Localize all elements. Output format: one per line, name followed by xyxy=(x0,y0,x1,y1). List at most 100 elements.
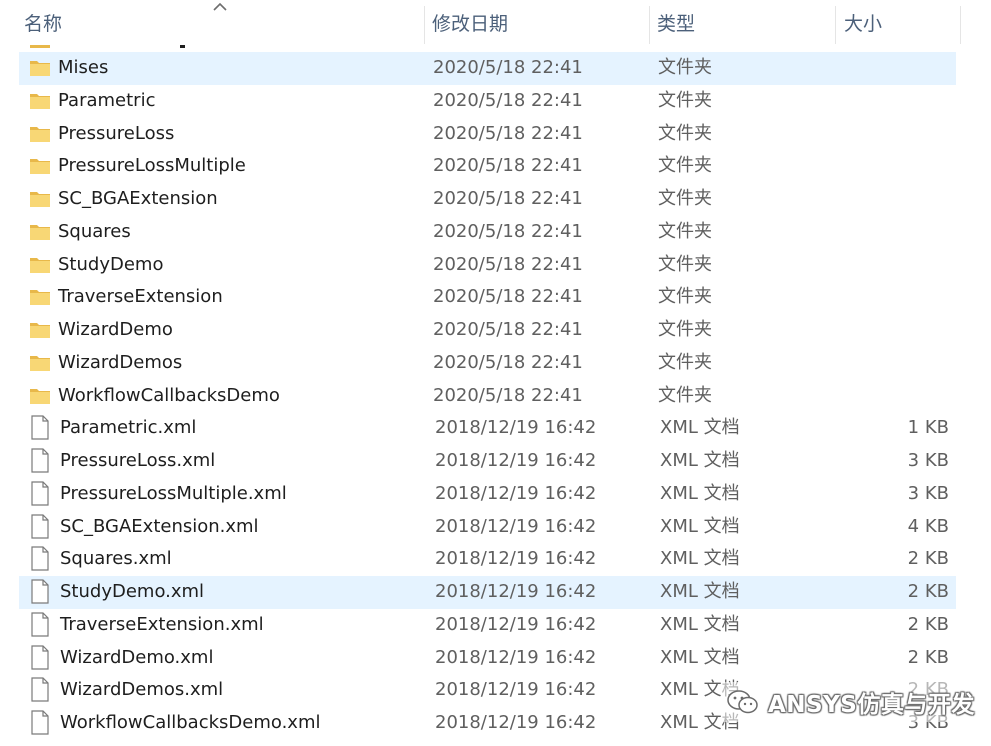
folder-icon xyxy=(29,90,51,112)
folder-icon xyxy=(29,319,51,341)
item-date-modified: 2018/12/19 16:42 xyxy=(435,712,597,733)
item-date-modified: 2020/5/18 22:41 xyxy=(433,319,583,340)
item-size: 3 KB xyxy=(907,482,949,504)
item-date-modified: 2020/5/18 22:41 xyxy=(433,351,583,373)
item-name: TraverseExtension xyxy=(58,286,223,308)
item-type: 文件夹 xyxy=(658,57,712,78)
column-divider[interactable] xyxy=(649,6,650,44)
column-divider[interactable] xyxy=(835,6,836,44)
item-name: Mises xyxy=(58,57,109,78)
folder-row[interactable]: Mises 2020/5/18 22:41 文件夹 xyxy=(0,52,991,85)
folder-row[interactable]: Parametric 2020/5/18 22:41 文件夹 xyxy=(0,85,991,118)
item-date-modified: 2018/12/19 16:42 xyxy=(435,613,597,635)
watermark-text: ANSYS仿真与开发 xyxy=(768,692,975,718)
xml-file-icon xyxy=(31,644,49,670)
item-name: PressureLossMultiple xyxy=(58,155,246,177)
item-name: Squares xyxy=(58,220,131,242)
item-date-modified: 2018/12/19 16:42 xyxy=(435,417,597,439)
item-name: Parametric.xml xyxy=(60,417,197,439)
column-divider[interactable] xyxy=(424,6,425,44)
item-date-modified: 2018/12/19 16:42 xyxy=(435,679,597,701)
file-row[interactable]: StudyDemo.xml 2018/12/19 16:42 XML 文档 2 KB xyxy=(0,576,991,609)
item-size: 2 KB xyxy=(907,646,949,668)
file-row[interactable]: PressureLossMultiple.xml 2018/12/19 16:42… xyxy=(0,478,991,511)
column-header-name[interactable]: 名称 xyxy=(18,8,424,40)
item-size: 1 KB xyxy=(907,417,949,439)
column-header-date-modified[interactable]: 修改日期 xyxy=(426,8,648,40)
folder-row[interactable]: StudyDemo 2020/5/18 22:41 文件夹 xyxy=(0,249,991,282)
folder-icon xyxy=(29,286,51,308)
xml-file-icon xyxy=(31,612,49,637)
xml-file-icon xyxy=(31,448,49,473)
folder-row[interactable]: WorkflowCallbacksDemo 2020/5/18 22:41 文件夹 xyxy=(0,380,991,413)
item-date-modified: 2020/5/18 22:41 xyxy=(433,122,583,144)
item-type: XML 文档 xyxy=(660,613,740,635)
file-row[interactable]: PressureLoss.xml 2018/12/19 16:42 XML 文档 3 … xyxy=(0,445,991,478)
file-row[interactable]: TraverseExtension.xml 2018/12/19 16:42 XML… xyxy=(0,609,991,642)
item-date-modified: 2018/12/19 16:42 xyxy=(435,581,597,602)
column-header-bar: 名称 修改日期 类型 大小 xyxy=(0,0,991,46)
item-type: 文件夹 xyxy=(658,286,712,308)
item-name: TraverseExtension.xml xyxy=(60,613,264,635)
item-type: 文件夹 xyxy=(658,220,712,242)
xml-file-icon xyxy=(31,415,49,440)
folder-icon xyxy=(29,221,51,243)
item-name: PressureLossMultiple.xml xyxy=(60,482,287,504)
folder-icon xyxy=(29,155,51,177)
item-date-modified: 2018/12/19 16:42 xyxy=(435,482,597,504)
file-row[interactable]: WizardDemo.xml 2018/12/19 16:42 XML 文档 2 KB xyxy=(0,642,991,675)
item-type: XML 文档 xyxy=(660,482,740,504)
item-name: Parametric xyxy=(58,89,156,111)
item-size: 3 KB xyxy=(907,450,949,471)
folder-icon xyxy=(29,254,51,276)
item-type: 文件夹 xyxy=(658,319,712,340)
xml-file-icon xyxy=(31,513,49,539)
item-name: StudyDemo.xml xyxy=(60,581,205,602)
column-header-size[interactable]: 大小 xyxy=(838,8,960,40)
file-row[interactable]: Squares.xml 2018/12/19 16:42 XML 文档 2 KB xyxy=(0,543,991,576)
item-type: 文件夹 xyxy=(658,122,712,144)
item-name: SC_BGAExtension.xml xyxy=(60,515,259,537)
item-date-modified: 2020/5/18 22:41 xyxy=(433,89,583,111)
item-date-modified: 2018/12/19 16:42 xyxy=(435,450,597,471)
folder-row[interactable]: WizardDemo 2020/5/18 22:41 文件夹 xyxy=(0,314,991,347)
item-type: 文件夹 xyxy=(658,155,712,177)
item-name: WizardDemo xyxy=(58,319,173,340)
item-type: 文件夹 xyxy=(658,351,712,373)
item-name: StudyDemo xyxy=(58,253,164,275)
item-name: WizardDemo.xml xyxy=(60,646,214,668)
item-date-modified: 2018/12/19 16:42 xyxy=(435,548,597,570)
item-size: 4 KB xyxy=(907,515,949,537)
item-date-modified: 2020/5/18 22:41 xyxy=(433,57,583,78)
item-date-modified: 2020/5/18 22:41 xyxy=(433,253,583,275)
column-divider[interactable] xyxy=(960,6,961,44)
item-name: WorkflowCallbacksDemo xyxy=(58,384,280,406)
item-date-modified: 2018/12/19 16:42 xyxy=(435,646,597,668)
item-date-modified: 2020/5/18 22:41 xyxy=(433,384,583,406)
file-row[interactable]: Parametric.xml 2018/12/19 16:42 XML 文档 1 KB xyxy=(0,412,991,445)
folder-icon xyxy=(29,57,51,79)
item-type: XML 文档 xyxy=(660,581,740,602)
item-type: XML 文档 xyxy=(660,548,740,570)
item-name: WorkflowCallbacksDemo.xml xyxy=(60,712,321,733)
item-date-modified: 2020/5/18 22:41 xyxy=(433,155,583,177)
item-type: XML 文档 xyxy=(660,515,740,537)
folder-row[interactable]: TraverseExtension 2020/5/18 22:41 文件夹 xyxy=(0,281,991,314)
item-type: XML 文档 xyxy=(660,417,740,439)
folder-row[interactable]: PressureLoss 2020/5/18 22:41 文件夹 xyxy=(0,118,991,151)
item-date-modified: 2018/12/19 16:42 xyxy=(435,515,597,537)
item-name: WizardDemos.xml xyxy=(60,679,224,701)
item-name: WizardDemos xyxy=(58,351,183,373)
folder-row[interactable]: SC_BGAExtension 2020/5/18 22:41 文件夹 xyxy=(0,183,991,216)
folder-row[interactable]: Squares 2020/5/18 22:41 文件夹 xyxy=(0,216,991,249)
folder-row[interactable]: PressureLossMultiple 2020/5/18 22:41 文件夹 xyxy=(0,150,991,183)
column-header-type[interactable]: 类型 xyxy=(651,8,835,40)
item-type: 文件夹 xyxy=(658,188,712,209)
item-date-modified: 2020/5/18 22:41 xyxy=(433,286,583,308)
file-list: Mises 2020/5/18 22:41 文件夹 Parametric 2020/5/… xyxy=(0,52,991,740)
item-name: Squares.xml xyxy=(60,548,172,570)
item-name: PressureLoss.xml xyxy=(60,450,216,471)
item-date-modified: 2020/5/18 22:41 xyxy=(433,220,583,242)
file-row[interactable]: SC_BGAExtension.xml 2018/12/19 16:42 XML 文… xyxy=(0,511,991,544)
folder-row[interactable]: WizardDemos 2020/5/18 22:41 文件夹 xyxy=(0,347,991,380)
